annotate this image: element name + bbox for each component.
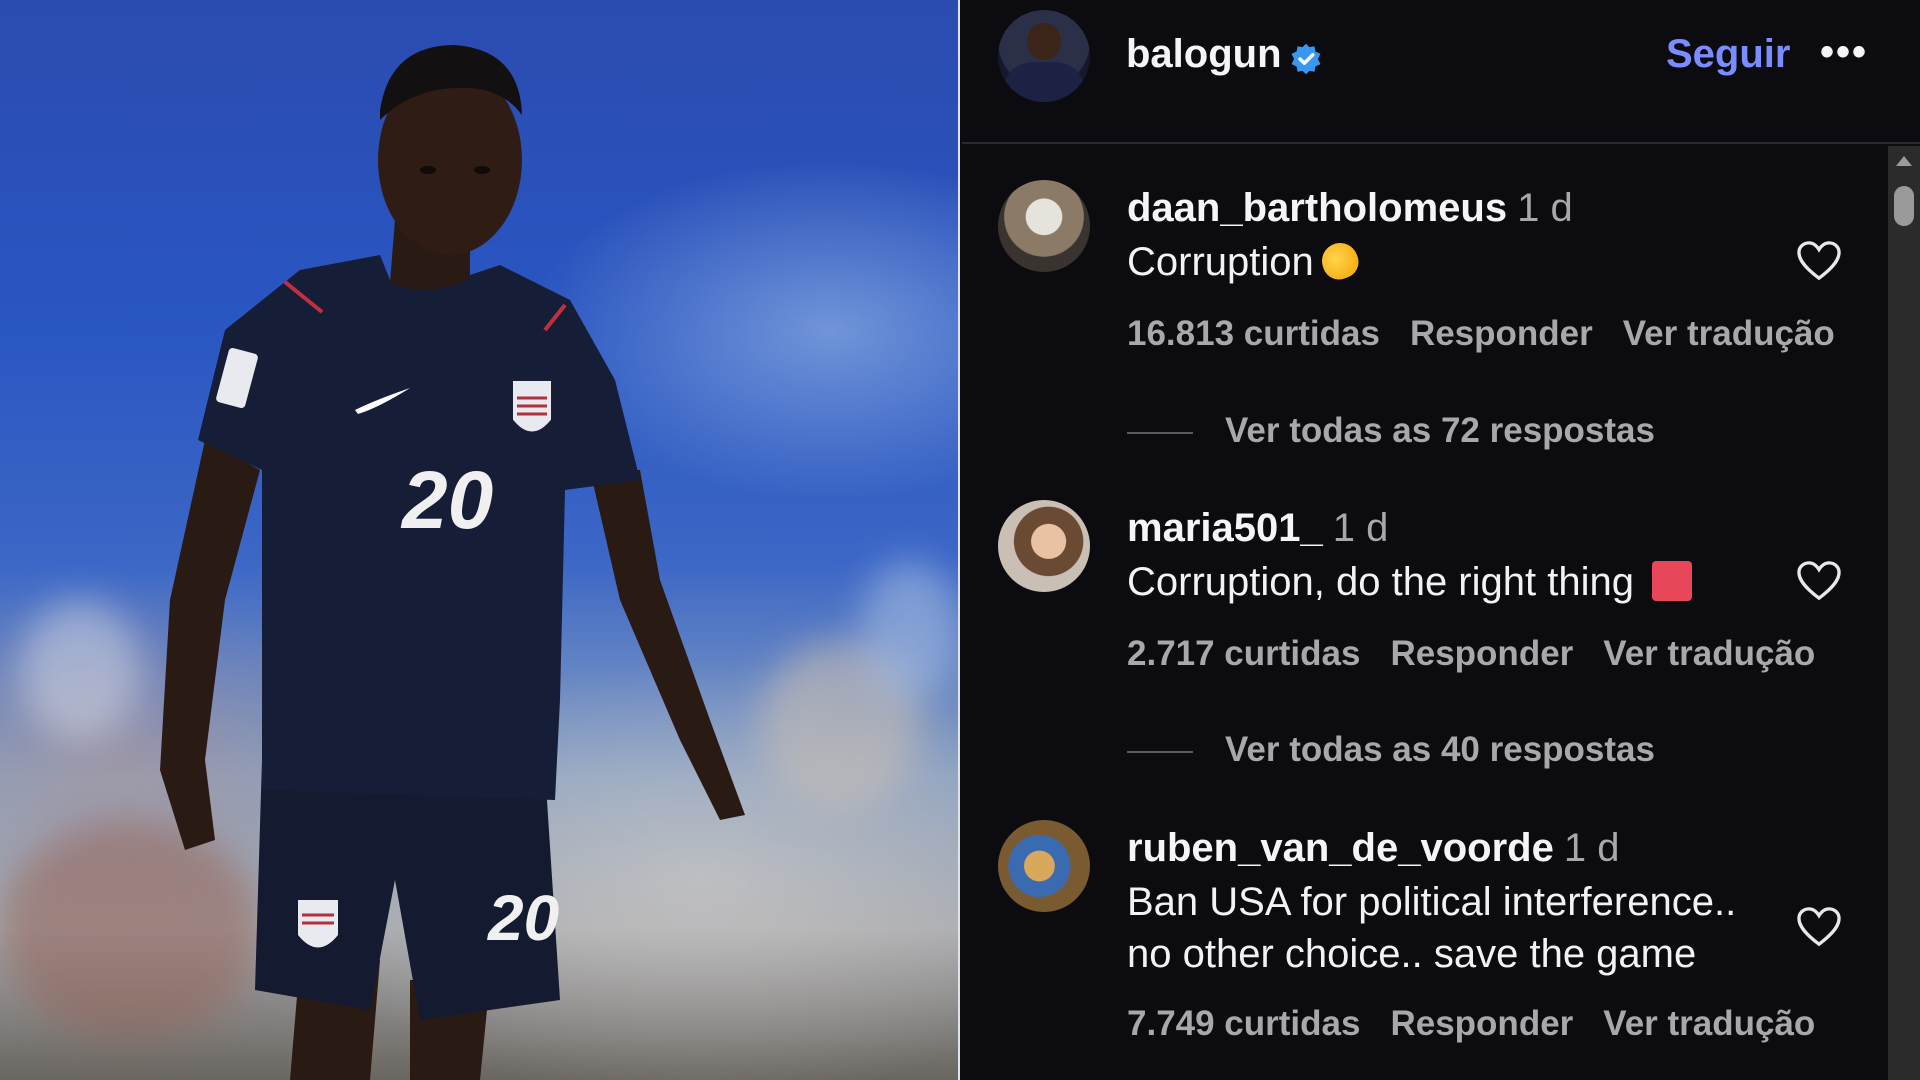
avatar-body [1005,61,1083,102]
clap-emoji-icon [1316,237,1363,285]
comment-text: Corruption, do the right thing [1127,556,1692,608]
comment-text: Corruption [1127,236,1363,288]
owner-username[interactable]: balogun [1126,32,1282,77]
comment-body: Corruption [1127,240,1314,284]
owner-avatar[interactable] [998,10,1090,102]
avatar-face [1027,22,1061,60]
follow-button[interactable]: Seguir [1666,32,1790,77]
comment-username[interactable]: maria501_ 1 d [1127,506,1388,551]
player-figure: 20 20 [160,45,745,1080]
post-photo: 20 20 [0,0,960,1080]
scroll-thumb[interactable] [1894,186,1914,226]
username-text[interactable]: ruben_van_de_voorde [1127,826,1554,870]
comments-scrollbar[interactable] [1888,146,1920,1080]
comment-username[interactable]: ruben_van_de_voorde 1 d [1127,826,1619,871]
comment-actions: 2.717 curtidas Responder Ver tradução [1127,634,1845,674]
view-replies-label[interactable]: Ver todas as 72 respostas [1225,411,1655,450]
comment-time: 1 d [1563,826,1620,870]
comment-username[interactable]: daan_bartholomeus 1 d [1127,186,1573,231]
reply-button[interactable]: Responder [1390,634,1573,673]
svg-text:20: 20 [487,882,559,954]
view-replies-button[interactable]: Ver todas as 72 respostas [1127,411,1655,451]
translate-button[interactable]: Ver tradução [1623,314,1835,353]
commenter-avatar[interactable] [998,820,1090,912]
comment-time: 1 d [1517,186,1573,230]
likes-count[interactable]: 16.813 curtidas [1127,314,1380,353]
comment-time: 1 d [1332,506,1389,550]
reply-button[interactable]: Responder [1390,1004,1573,1043]
commenter-avatar[interactable] [998,180,1090,272]
red-square-emoji-icon [1651,561,1692,601]
svg-text:20: 20 [400,455,493,546]
verified-badge-icon [1291,43,1321,75]
image-divider [958,0,960,1080]
replies-line [1127,431,1193,434]
comment-text-line-1: Ban USA for political interference.. [1127,880,1737,924]
scroll-up-arrow-icon[interactable] [1896,156,1912,166]
like-heart-icon[interactable] [1796,240,1842,282]
replies-line [1127,750,1193,753]
view-replies-button[interactable]: Ver todas as 40 respostas [1127,730,1655,770]
likes-count[interactable]: 7.749 curtidas [1127,1004,1360,1043]
username-text[interactable]: daan_bartholomeus [1127,186,1507,230]
comment-actions: 7.749 curtidas Responder Ver tradução [1127,1004,1845,1044]
translate-button[interactable]: Ver tradução [1603,1004,1815,1043]
like-heart-icon[interactable] [1796,906,1842,948]
translate-button[interactable]: Ver tradução [1603,634,1815,673]
commenter-avatar[interactable] [998,500,1090,592]
more-options-icon[interactable]: ••• [1820,30,1868,75]
comment-text-line-2: no other choice.. save the game [1127,932,1697,976]
post-header: balogun Seguir ••• [962,0,1920,144]
reply-button[interactable]: Responder [1410,314,1593,353]
likes-count[interactable]: 2.717 curtidas [1127,634,1360,673]
comment-actions: 16.813 curtidas Responder Ver tradução [1127,314,1865,354]
like-heart-icon[interactable] [1796,560,1842,602]
username-text[interactable]: maria501_ [1127,506,1323,550]
comments-panel: balogun Seguir ••• daan_bartholomeus 1 d … [962,0,1920,1080]
comment-body: Corruption, do the right thing [1127,560,1634,604]
view-replies-label[interactable]: Ver todas as 40 respostas [1225,730,1655,769]
